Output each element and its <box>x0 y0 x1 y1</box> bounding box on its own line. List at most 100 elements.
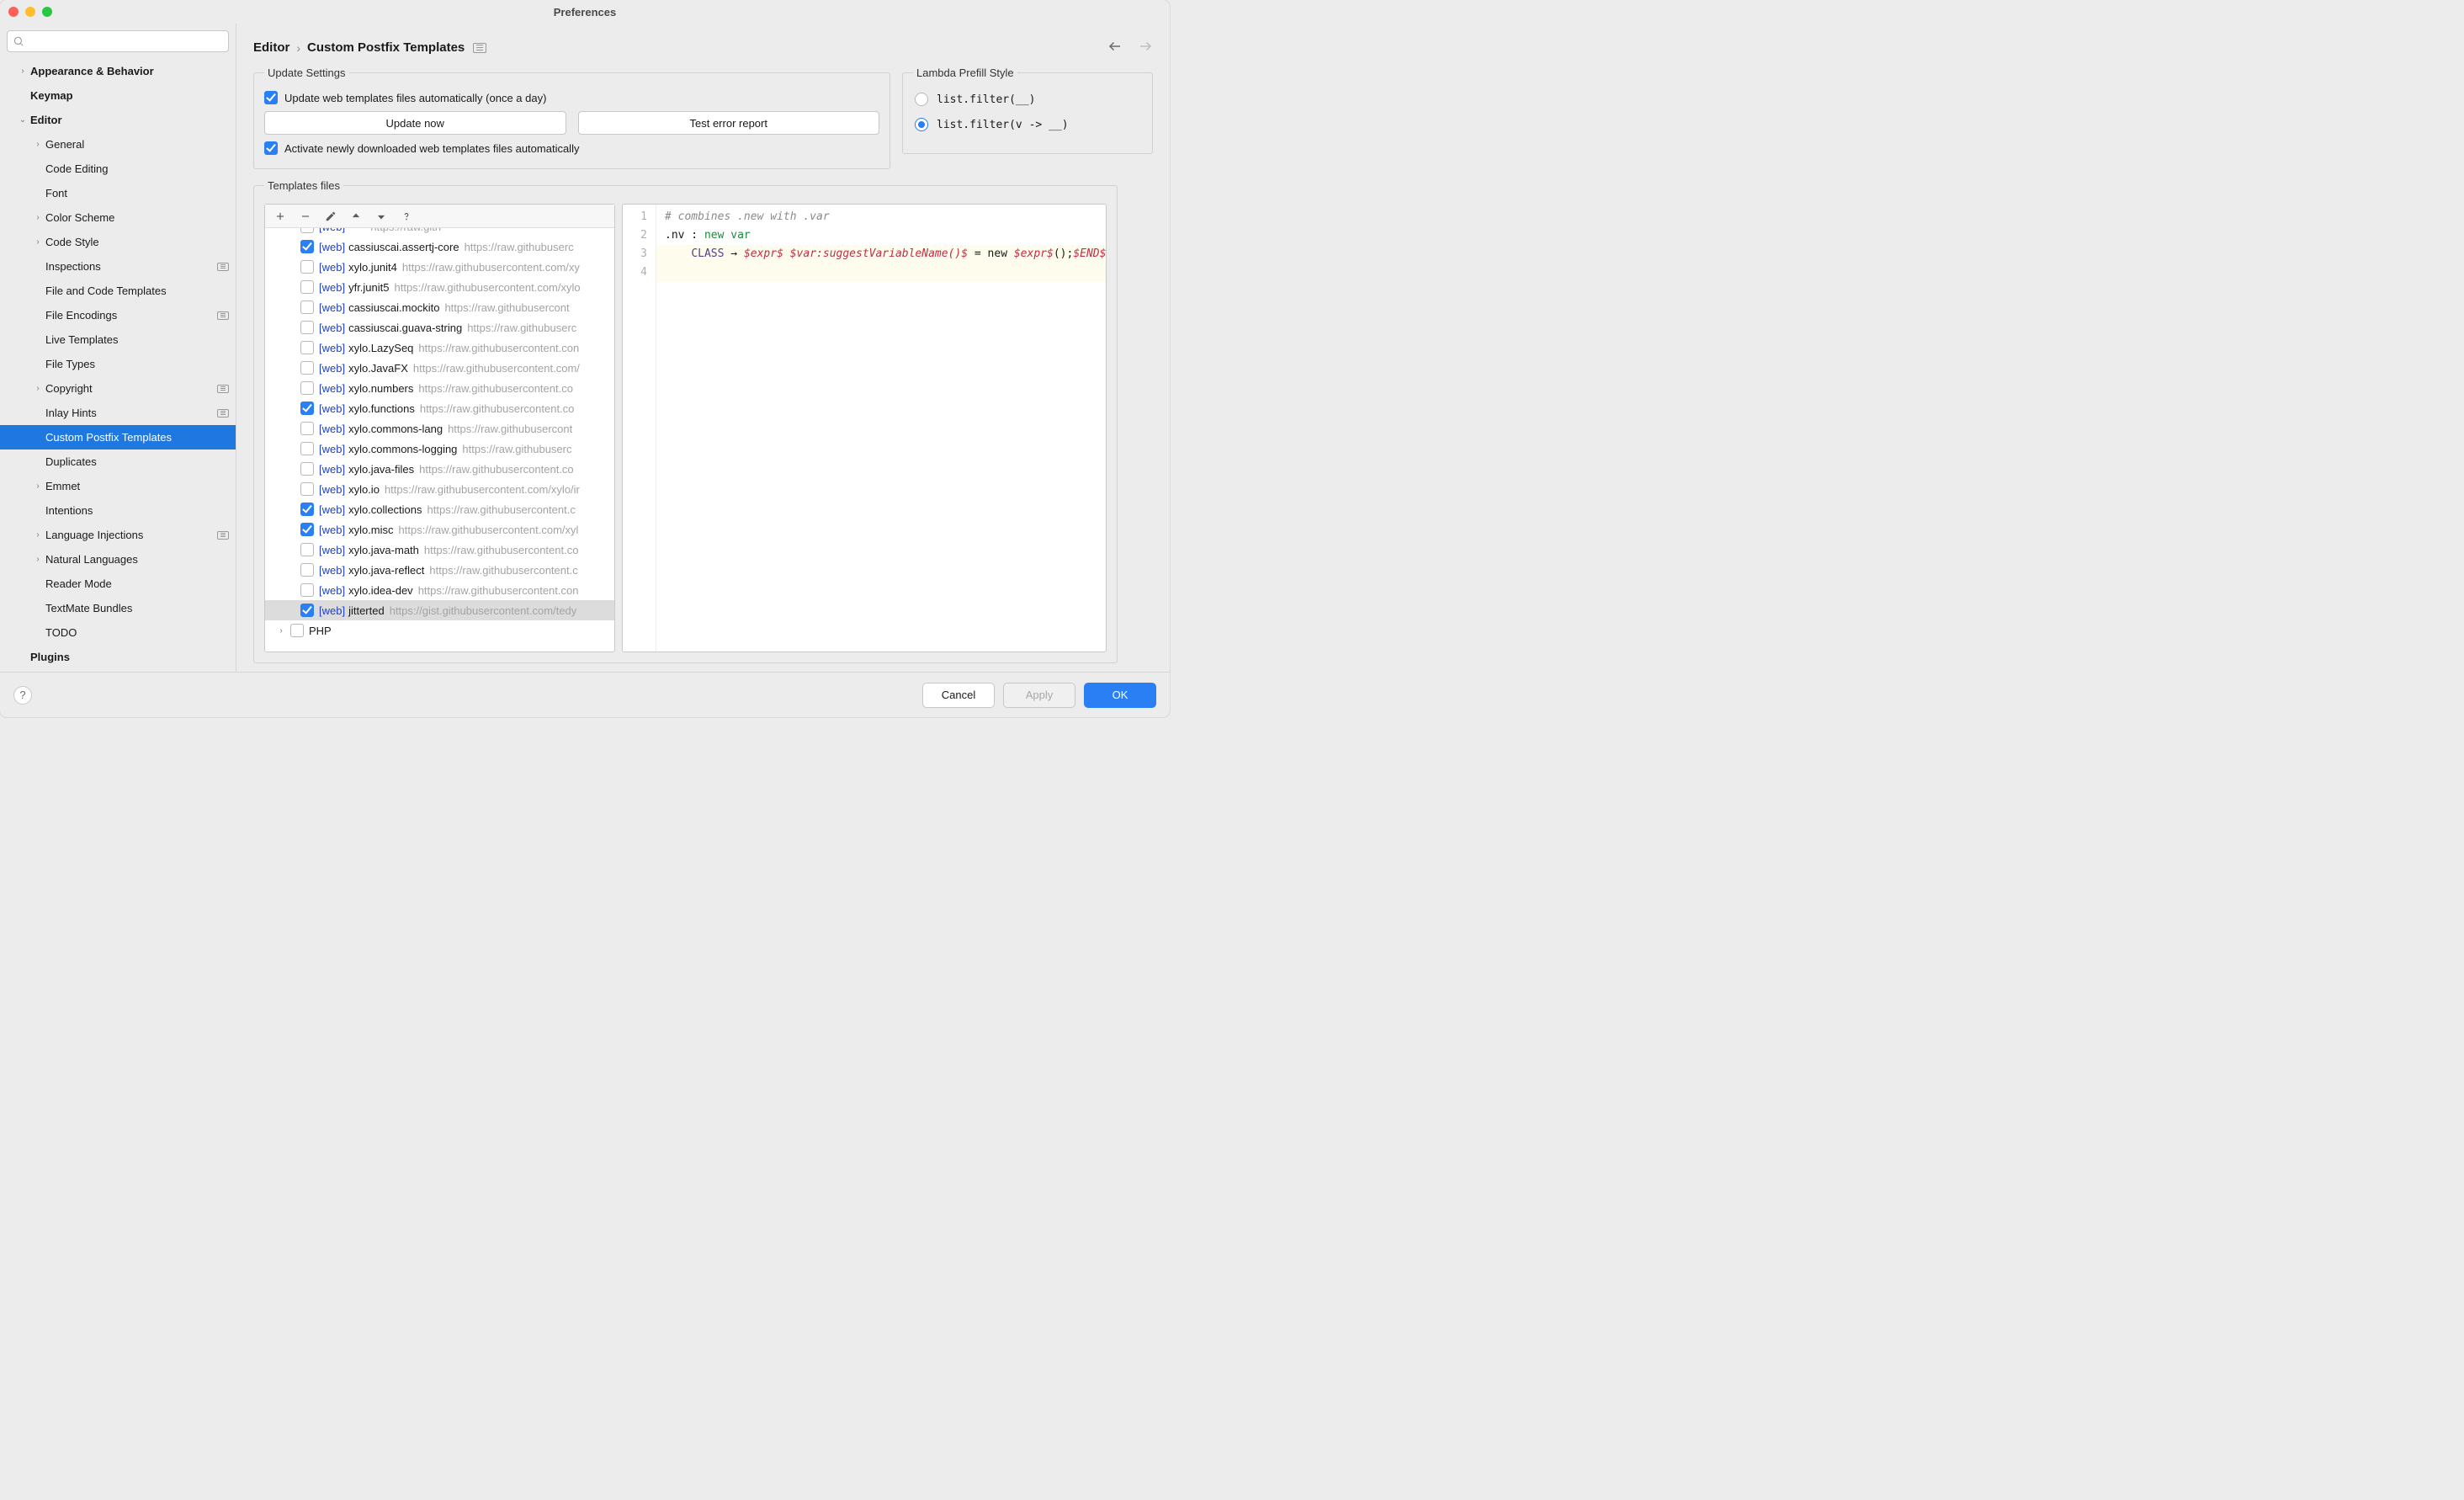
file-row[interactable]: [web]xylo.commons-logginghttps://raw.git… <box>265 439 614 459</box>
file-checkbox[interactable] <box>300 523 314 536</box>
sidebar-item-custom-postfix-templates[interactable]: Custom Postfix Templates <box>0 425 236 449</box>
sidebar-item-emmet[interactable]: ›Emmet <box>0 474 236 498</box>
sidebar-item-plugins[interactable]: Plugins <box>0 645 236 669</box>
remove-icon[interactable] <box>294 206 317 226</box>
auto-update-label[interactable]: Update web templates files automatically… <box>284 92 546 104</box>
file-checkbox[interactable] <box>300 462 314 476</box>
sidebar-item-color-scheme[interactable]: ›Color Scheme <box>0 205 236 230</box>
chevron-right-icon[interactable]: › <box>32 237 44 247</box>
file-checkbox[interactable] <box>300 543 314 556</box>
sidebar-item-inspections[interactable]: Inspections <box>0 254 236 279</box>
help-button[interactable]: ? <box>13 686 32 705</box>
file-row[interactable]: [web]xylo.LazySeqhttps://raw.githubuserc… <box>265 338 614 358</box>
sidebar-item-file-and-code-templates[interactable]: File and Code Templates <box>0 279 236 303</box>
lambda-option-2-radio[interactable] <box>915 118 928 131</box>
auto-update-checkbox[interactable] <box>264 91 278 104</box>
file-row[interactable]: [web]cassiuscai.guava-stringhttps://raw.… <box>265 317 614 338</box>
sidebar-item-textmate-bundles[interactable]: TextMate Bundles <box>0 596 236 620</box>
file-row[interactable]: [web]xylo.collectionshttps://raw.githubu… <box>265 499 614 519</box>
sidebar-item-natural-languages[interactable]: ›Natural Languages <box>0 547 236 572</box>
edit-icon[interactable] <box>319 206 343 226</box>
file-checkbox[interactable] <box>300 442 314 455</box>
chevron-right-icon[interactable]: › <box>32 481 44 491</box>
chevron-right-icon[interactable]: › <box>275 626 287 636</box>
file-checkbox[interactable] <box>300 361 314 375</box>
sidebar-item-file-encodings[interactable]: File Encodings <box>0 303 236 327</box>
file-row[interactable]: [web]yfr.junit5https://raw.githubusercon… <box>265 277 614 297</box>
lambda-option-1-label[interactable]: list.filter(__) <box>937 93 1035 106</box>
activate-checkbox[interactable] <box>264 141 278 155</box>
file-row[interactable]: [web]jittertedhttps://gist.githubusercon… <box>265 600 614 620</box>
file-checkbox[interactable] <box>300 341 314 354</box>
chevron-right-icon[interactable]: › <box>32 384 44 393</box>
move-down-icon[interactable] <box>369 206 393 226</box>
chevron-right-icon[interactable]: › <box>17 66 29 76</box>
file-checkbox[interactable] <box>300 503 314 516</box>
sidebar-item-duplicates[interactable]: Duplicates <box>0 449 236 474</box>
file-row[interactable]: [web]xylo.commons-langhttps://raw.github… <box>265 418 614 439</box>
sidebar-item-live-templates[interactable]: Live Templates <box>0 327 236 352</box>
sidebar-item-code-editing[interactable]: Code Editing <box>0 157 236 181</box>
file-checkbox[interactable] <box>300 482 314 496</box>
file-checkbox[interactable] <box>300 563 314 577</box>
sidebar-item-code-style[interactable]: ›Code Style <box>0 230 236 254</box>
chevron-right-icon[interactable]: › <box>32 213 44 222</box>
update-now-button[interactable]: Update now <box>264 111 566 135</box>
sidebar-item-language-injections[interactable]: ›Language Injections <box>0 523 236 547</box>
file-row[interactable]: [web]cassiuscai.assertj-corehttps://raw.… <box>265 237 614 257</box>
file-row[interactable]: [web]cassiuscai.mockitohttps://raw.githu… <box>265 297 614 317</box>
chevron-right-icon[interactable]: › <box>32 140 44 149</box>
file-group-row[interactable]: ›PHP <box>265 620 614 641</box>
chevron-right-icon[interactable]: › <box>32 530 44 540</box>
sidebar-item-font[interactable]: Font <box>0 181 236 205</box>
file-row[interactable]: [web]xylo.java-reflecthttps://raw.github… <box>265 560 614 580</box>
test-error-button[interactable]: Test error report <box>578 111 880 135</box>
cancel-button[interactable]: Cancel <box>922 683 995 708</box>
chevron-right-icon[interactable]: › <box>32 555 44 564</box>
file-row[interactable]: [web]xylo.junit4https://raw.githubuserco… <box>265 257 614 277</box>
sidebar-item-file-types[interactable]: File Types <box>0 352 236 376</box>
search-field[interactable] <box>7 30 229 52</box>
file-list[interactable]: [web]· · ·https://raw.gith· · ·[web]cass… <box>265 228 614 652</box>
file-checkbox[interactable] <box>300 583 314 597</box>
file-checkbox[interactable] <box>300 240 314 253</box>
file-checkbox[interactable] <box>300 321 314 334</box>
file-row[interactable]: [web]· · ·https://raw.gith· · · <box>265 228 614 237</box>
breadcrumb-parent[interactable]: Editor <box>253 40 289 55</box>
file-checkbox[interactable] <box>300 422 314 435</box>
lambda-option-1-radio[interactable] <box>915 93 928 106</box>
file-checkbox[interactable] <box>300 381 314 395</box>
file-checkbox[interactable] <box>300 604 314 617</box>
move-up-icon[interactable] <box>344 206 368 226</box>
sidebar-item-reader-mode[interactable]: Reader Mode <box>0 572 236 596</box>
file-checkbox[interactable] <box>300 280 314 294</box>
file-row[interactable]: [web]xylo.mischttps://raw.githubusercont… <box>265 519 614 540</box>
sidebar-item-keymap[interactable]: Keymap <box>0 83 236 108</box>
activate-label[interactable]: Activate newly downloaded web templates … <box>284 142 579 155</box>
sidebar-item-inlay-hints[interactable]: Inlay Hints <box>0 401 236 425</box>
group-checkbox[interactable] <box>290 624 304 637</box>
file-row[interactable]: [web]xylo.iohttps://raw.githubuserconten… <box>265 479 614 499</box>
sidebar-item-todo[interactable]: TODO <box>0 620 236 645</box>
file-row[interactable]: [web]xylo.numbershttps://raw.githubuserc… <box>265 378 614 398</box>
file-checkbox[interactable] <box>300 228 314 233</box>
search-input[interactable] <box>28 35 223 48</box>
file-row[interactable]: [web]xylo.java-fileshttps://raw.githubus… <box>265 459 614 479</box>
sidebar-item-copyright[interactable]: ›Copyright <box>0 376 236 401</box>
file-row[interactable]: [web]xylo.functionshttps://raw.githubuse… <box>265 398 614 418</box>
sidebar-item-editor[interactable]: ⌄Editor <box>0 108 236 132</box>
sidebar-item-appearance-behavior[interactable]: ›Appearance & Behavior <box>0 59 236 83</box>
chevron-down-icon[interactable]: ⌄ <box>17 115 29 125</box>
file-checkbox[interactable] <box>300 260 314 274</box>
file-checkbox[interactable] <box>300 301 314 314</box>
file-checkbox[interactable] <box>300 402 314 415</box>
file-row[interactable]: [web]xylo.JavaFXhttps://raw.githubuserco… <box>265 358 614 378</box>
file-row[interactable]: [web]xylo.java-mathhttps://raw.githubuse… <box>265 540 614 560</box>
sidebar-item-intentions[interactable]: Intentions <box>0 498 236 523</box>
lambda-option-2-label[interactable]: list.filter(v -> __) <box>937 119 1069 131</box>
nav-back-icon[interactable] <box>1107 39 1123 56</box>
sidebar-item-general[interactable]: ›General <box>0 132 236 157</box>
ok-button[interactable]: OK <box>1084 683 1156 708</box>
add-icon[interactable] <box>268 206 292 226</box>
help-icon[interactable] <box>395 206 418 226</box>
